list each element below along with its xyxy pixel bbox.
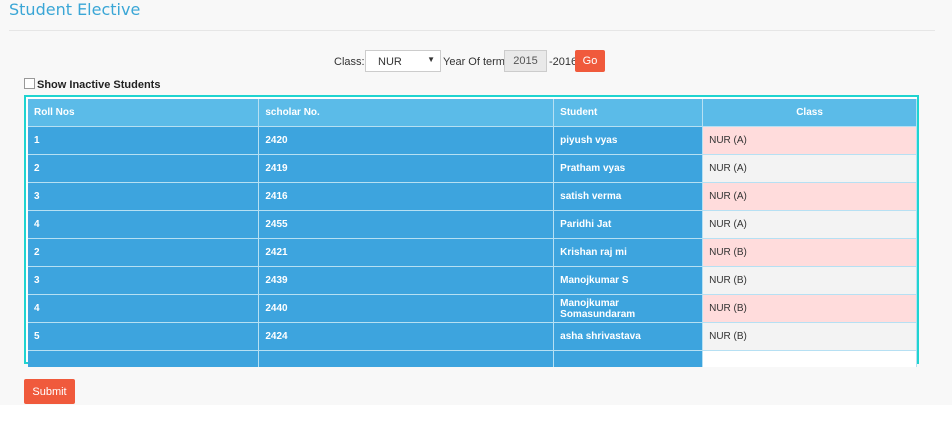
scholar-cell: 2439 [258, 266, 555, 295]
show-inactive-label: Show Inactive Students [37, 79, 161, 91]
table-row: 4 2440 Manojkumar Somasundaram NUR (B) [28, 294, 917, 323]
table-row: 2 2419 Pratham vyas NUR (A) [28, 154, 917, 183]
student-cell: piyush vyas [553, 126, 704, 155]
scholar-cell: 2421 [258, 238, 555, 267]
class-select[interactable]: NUR ▼ [365, 50, 441, 72]
table-row: 1 2420 piyush vyas NUR (A) [28, 126, 917, 155]
student-cell: Manojkumar Somasundaram [553, 294, 704, 323]
page-title: Student Elective [9, 0, 141, 19]
student-table: Roll Nos scholar No. Student Class 1 242… [28, 99, 917, 367]
roll-cell: 3 [28, 182, 260, 211]
class-select-value: NUR [378, 56, 402, 68]
scholar-cell: 2420 [258, 126, 555, 155]
class-cell: NUR (A) [702, 154, 917, 183]
class-cell: NUR (B) [702, 322, 917, 351]
submit-button[interactable]: Submit [24, 379, 75, 404]
table-row: 5 2424 asha shrivastava NUR (B) [28, 322, 917, 351]
roll-cell: 3 [28, 266, 260, 295]
class-label: Class:- [334, 56, 369, 68]
header-roll-nos: Roll Nos [28, 99, 260, 127]
class-cell: NUR (A) [702, 210, 917, 239]
class-cell: NUR (B) [702, 266, 917, 295]
empty-cell [702, 350, 917, 367]
dropdown-arrow-icon: ▼ [427, 55, 435, 64]
roll-cell: 4 [28, 210, 260, 239]
class-cell: NUR (B) [702, 238, 917, 267]
header-scholar-no: scholar No. [258, 99, 555, 127]
student-cell: satish verma [553, 182, 704, 211]
table-row: 3 2416 satish verma NUR (A) [28, 182, 917, 211]
roll-cell: 2 [28, 154, 260, 183]
student-cell: Manojkumar S [553, 266, 704, 295]
year-end-label: -2016 [549, 56, 578, 68]
table-row: 4 2455 Paridhi Jat NUR (A) [28, 210, 917, 239]
empty-cell [553, 350, 704, 367]
student-cell: Paridhi Jat [553, 210, 704, 239]
show-inactive-checkbox[interactable] [24, 78, 35, 89]
year-start-field[interactable]: 2015 [504, 50, 547, 72]
empty-cell [258, 350, 555, 367]
roll-cell: 2 [28, 238, 260, 267]
roll-cell: 5 [28, 322, 260, 351]
empty-cell [28, 350, 260, 367]
filter-bar: Class:- NUR ▼ Year Of term:- 2015 -2016 … [0, 50, 952, 74]
header-class: Class [702, 99, 917, 127]
year-label: Year Of term:- [443, 56, 512, 68]
roll-cell: 4 [28, 294, 260, 323]
table-row: 3 2439 Manojkumar S NUR (B) [28, 266, 917, 295]
scholar-cell: 2419 [258, 154, 555, 183]
student-cell: Krishan raj mi [553, 238, 704, 267]
title-divider [9, 30, 935, 31]
table-row: 2 2421 Krishan raj mi NUR (B) [28, 238, 917, 267]
class-cell: NUR (A) [702, 182, 917, 211]
scholar-cell: 2455 [258, 210, 555, 239]
scholar-cell: 2440 [258, 294, 555, 323]
table-header-row: Roll Nos scholar No. Student Class [28, 99, 917, 127]
class-cell: NUR (B) [702, 294, 917, 323]
scholar-cell: 2416 [258, 182, 555, 211]
roll-cell: 1 [28, 126, 260, 155]
header-student: Student [553, 99, 704, 127]
scholar-cell: 2424 [258, 322, 555, 351]
student-table-container: Roll Nos scholar No. Student Class 1 242… [24, 95, 919, 367]
student-cell: Pratham vyas [553, 154, 704, 183]
table-row-empty [28, 350, 917, 367]
class-cell: NUR (A) [702, 126, 917, 155]
student-cell: asha shrivastava [553, 322, 704, 351]
show-inactive-toggle[interactable]: Show Inactive Students [24, 78, 160, 91]
go-button[interactable]: Go [575, 50, 605, 72]
